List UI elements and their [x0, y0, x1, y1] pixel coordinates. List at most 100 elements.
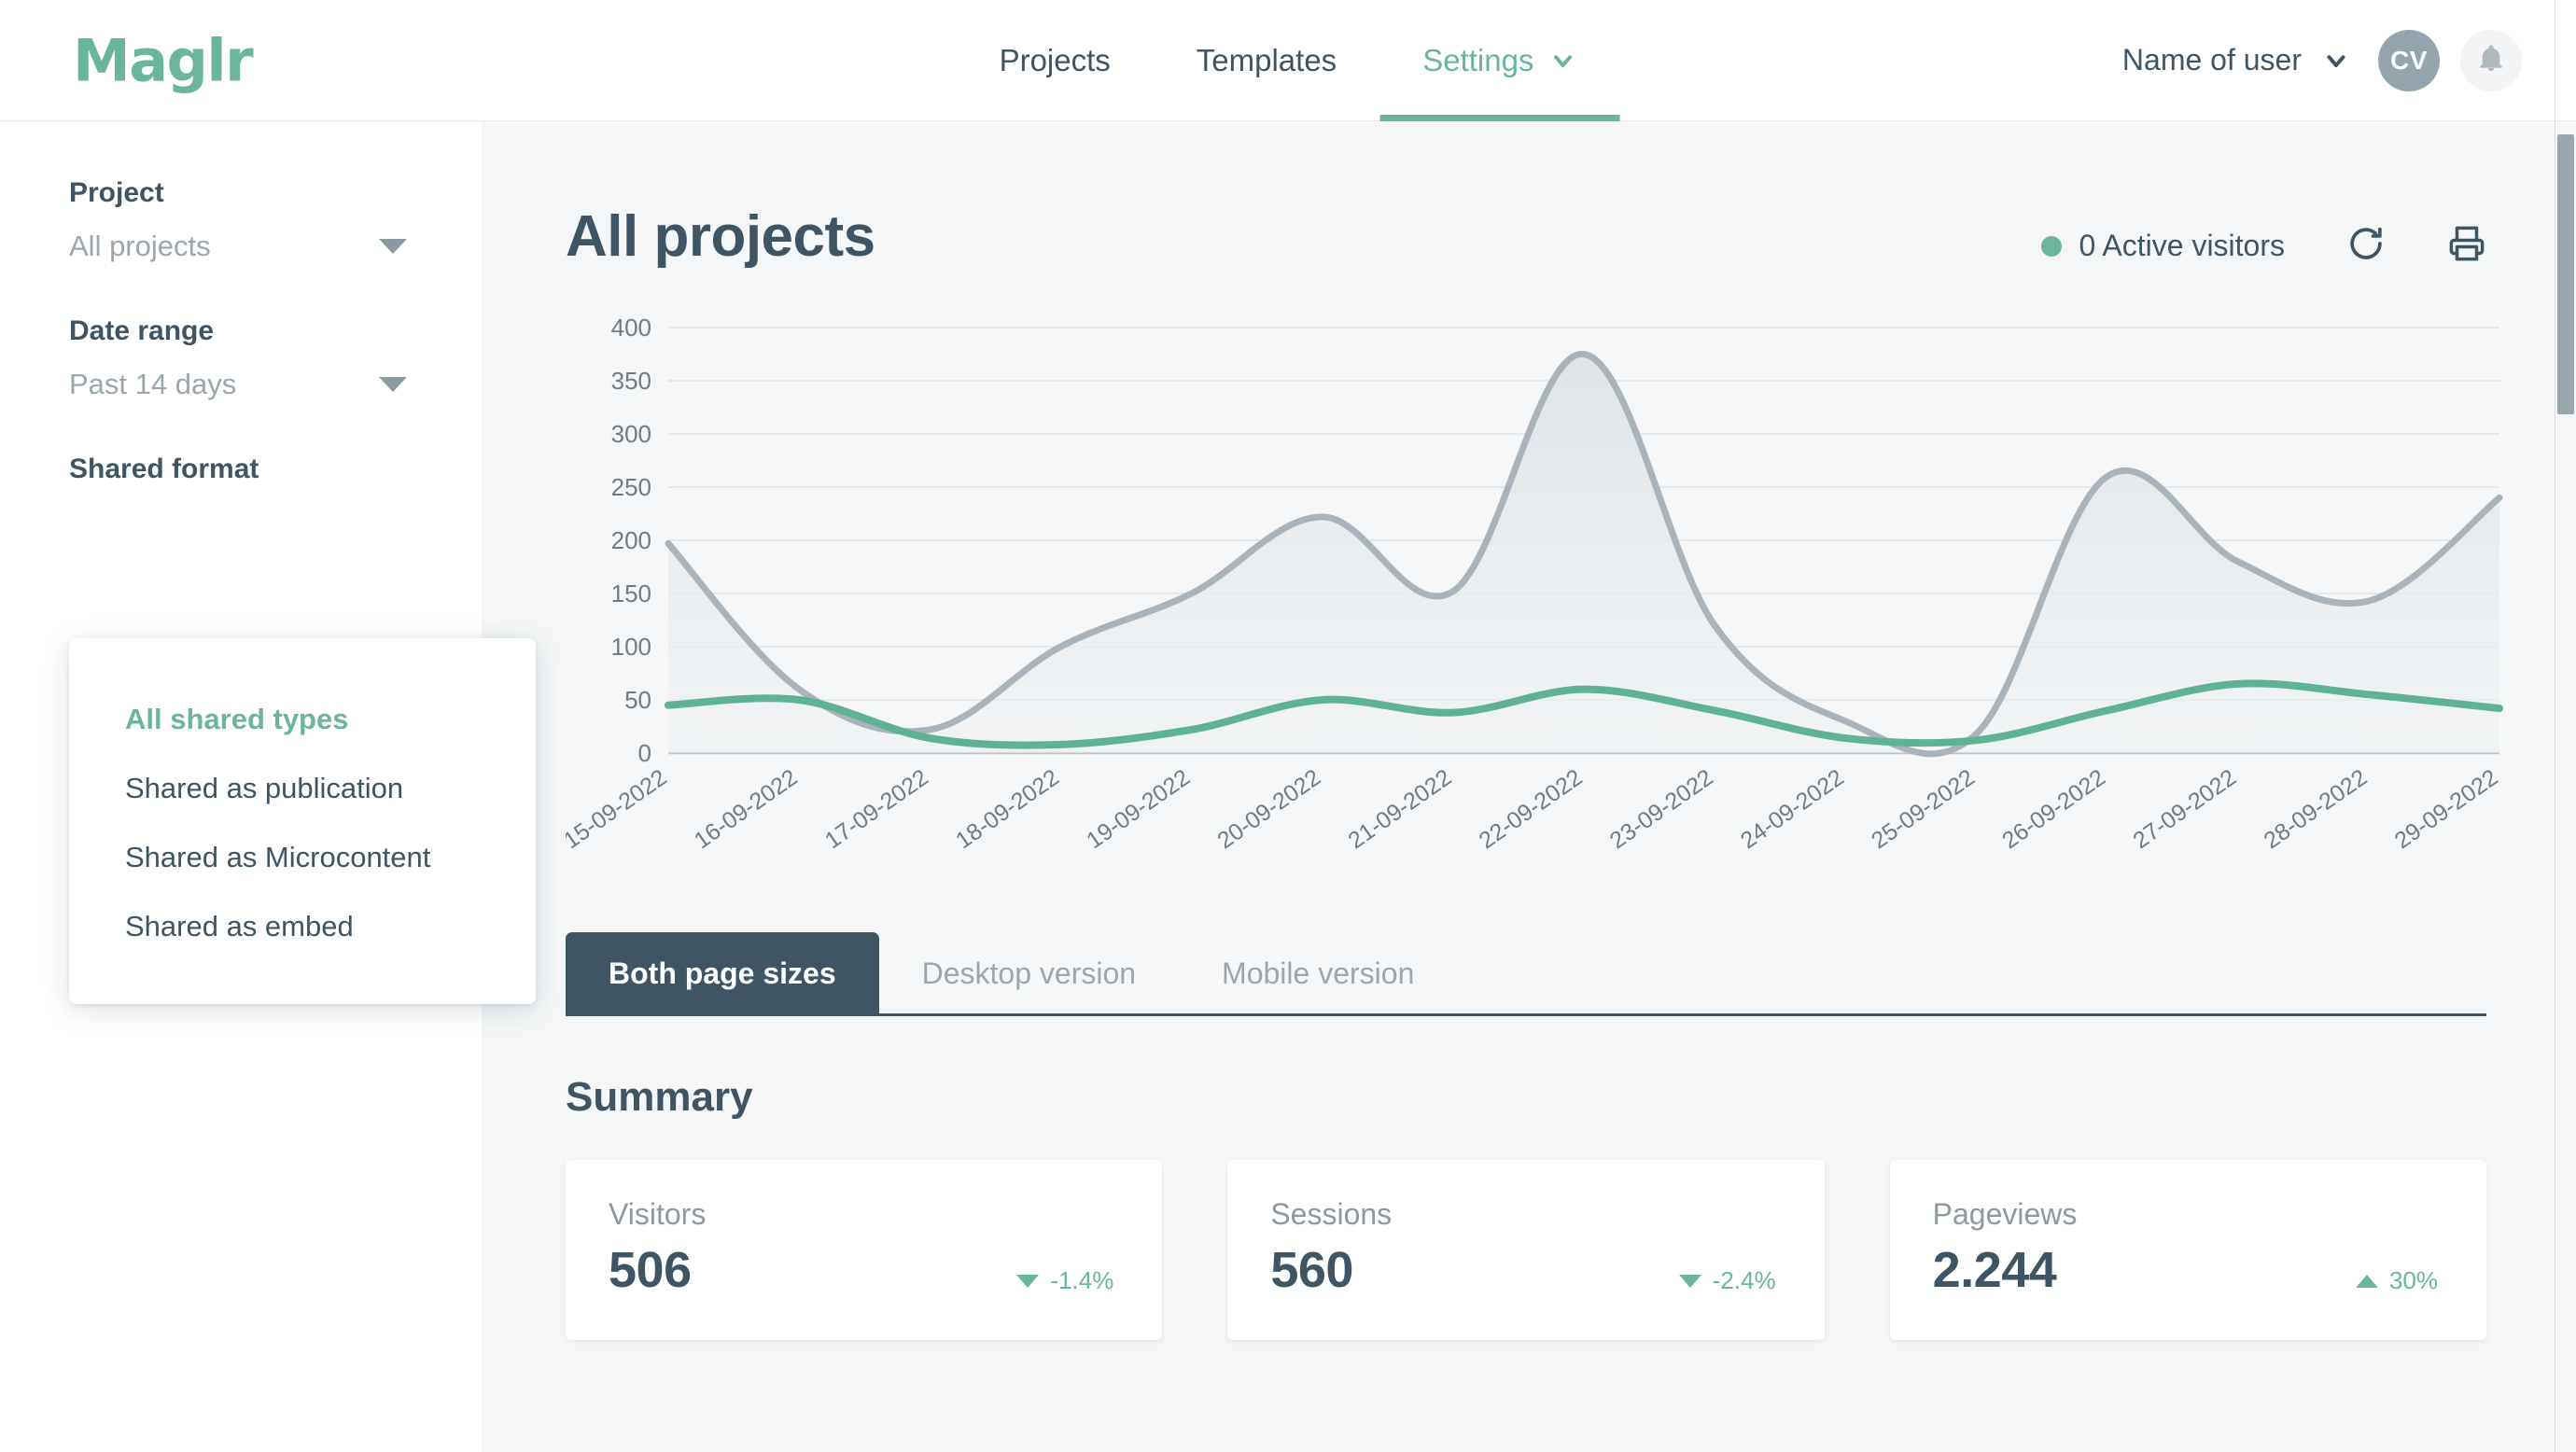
- y-axis-tick-label: 50: [624, 686, 651, 714]
- vertical-scrollbar[interactable]: [2555, 121, 2576, 1452]
- x-axis-tick-label: 26-09-2022: [1997, 764, 2110, 854]
- tab-mobile-version[interactable]: Mobile version: [1179, 932, 1457, 1013]
- status-badge: -1.4%: [1016, 1266, 1113, 1295]
- summary-card-delta: -1.4%: [1050, 1266, 1114, 1294]
- y-axis-tick-label: 200: [611, 526, 651, 554]
- tab-both-page-sizes[interactable]: Both page sizes: [566, 932, 879, 1013]
- summary-card-sessions[interactable]: Sessions 560 -2.4%: [1227, 1160, 1825, 1340]
- project-select-value: All projects: [69, 230, 211, 262]
- dropdown-label: Shared as embed: [125, 910, 354, 942]
- y-axis-tick-label: 250: [611, 473, 651, 501]
- triangle-down-icon: [1678, 1274, 1701, 1288]
- x-axis-tick-label: 23-09-2022: [1605, 764, 1718, 854]
- nav-label-projects: Projects: [999, 42, 1111, 77]
- filter-project-label: Project: [69, 177, 164, 208]
- bell-icon: [2475, 42, 2507, 78]
- top-header: Maglr Projects Templates Settings Name o…: [0, 0, 2576, 121]
- summary-card-visitors[interactable]: Visitors 506 -1.4%: [566, 1160, 1163, 1340]
- nav-item-settings[interactable]: Settings: [1379, 0, 1620, 121]
- tab-label: Desktop version: [921, 956, 1137, 990]
- y-axis-tick-label: 300: [611, 420, 651, 448]
- date-range-select[interactable]: Past 14 days: [69, 368, 413, 401]
- x-axis-tick-label: 20-09-2022: [1212, 764, 1325, 854]
- x-axis-tick-label: 24-09-2022: [1736, 764, 1849, 854]
- header-right-cluster: Name of user CV: [2122, 29, 2522, 91]
- x-axis-tick-label: 17-09-2022: [820, 764, 933, 854]
- dropdown-item-all-shared-types[interactable]: All shared types: [69, 685, 536, 754]
- main-navigation: Projects Templates Settings: [957, 0, 1620, 121]
- summary-card-label: Pageviews: [1932, 1197, 2078, 1231]
- tab-desktop-version[interactable]: Desktop version: [879, 932, 1179, 1013]
- summary-cards-row: Visitors 506 -1.4% Sessions 560 -2.4% Pa…: [566, 1160, 2486, 1340]
- x-axis-tick-label: 28-09-2022: [2259, 764, 2372, 854]
- x-axis-tick-label: 29-09-2022: [2390, 764, 2503, 854]
- chart-x-axis-labels: 15-09-2022 16-09-2022 17-09-2022 18-09-2022…: [566, 764, 2502, 854]
- refresh-icon: [2346, 224, 2386, 268]
- summary-card-label: Sessions: [1270, 1197, 1393, 1231]
- date-range-select-value: Past 14 days: [69, 368, 237, 400]
- page-title: All projects: [566, 204, 875, 269]
- scrollbar-thumb[interactable]: [2557, 134, 2574, 414]
- status-badge: 30%: [2355, 1266, 2438, 1295]
- y-axis-tick-label: 100: [611, 633, 651, 661]
- dropdown-item-shared-as-embed[interactable]: Shared as embed: [69, 892, 536, 961]
- shared-format-dropdown-menu: All shared types Shared as publication S…: [69, 638, 536, 1004]
- triangle-down-icon: [1016, 1274, 1040, 1288]
- chevron-down-icon[interactable]: [2322, 47, 2350, 75]
- user-name-label[interactable]: Name of user: [2122, 43, 2302, 77]
- print-icon: [2447, 224, 2486, 268]
- tab-label: Mobile version: [1222, 956, 1415, 990]
- chart-y-axis-labels: 0 50 100 150 200 250 300 350 400: [611, 314, 651, 767]
- x-axis-tick-label: 18-09-2022: [951, 764, 1064, 854]
- tab-label: Both page sizes: [609, 956, 836, 990]
- nav-label-settings: Settings: [1422, 42, 1534, 77]
- x-axis-tick-label: 27-09-2022: [2128, 764, 2241, 854]
- main-content: All projects 0 Active visitors 0 50 100 …: [482, 121, 2576, 1452]
- page-header-actions: 0 Active visitors: [2041, 203, 2486, 268]
- filter-date-range-label: Date range: [69, 315, 215, 346]
- active-visitors-status: 0 Active visitors: [2041, 229, 2285, 263]
- nav-label-templates: Templates: [1196, 42, 1337, 77]
- print-button[interactable]: [2447, 224, 2486, 268]
- y-axis-tick-label: 150: [611, 579, 651, 607]
- analytics-chart: 0 50 100 150 200 250 300 350 400 15-09-2022 16-09…: [566, 314, 2503, 893]
- summary-card-delta: 30%: [2388, 1266, 2438, 1294]
- filters-sidebar: Project All projects Date range Past 14 …: [0, 121, 536, 1452]
- refresh-button[interactable]: [2346, 224, 2386, 268]
- y-axis-tick-label: 0: [638, 739, 651, 767]
- maglr-logo[interactable]: Maglr: [73, 26, 254, 94]
- caret-down-icon: [379, 239, 407, 254]
- x-axis-tick-label: 21-09-2022: [1343, 764, 1456, 854]
- filter-shared-format-label: Shared format: [69, 454, 259, 484]
- summary-card-label: Visitors: [609, 1197, 707, 1231]
- chevron-down-icon: [1548, 47, 1576, 75]
- status-dot-icon: [2041, 235, 2063, 257]
- x-axis-tick-label: 19-09-2022: [1082, 764, 1195, 854]
- avatar-initials: CV: [2390, 45, 2428, 75]
- page-size-tabs: Both page sizes Desktop version Mobile v…: [566, 932, 2486, 1016]
- y-axis-tick-label: 350: [611, 367, 651, 395]
- x-axis-tick-label: 15-09-2022: [566, 764, 671, 854]
- project-select[interactable]: All projects: [69, 230, 413, 263]
- filter-project: Project All projects: [0, 177, 482, 263]
- page-body: Project All projects Date range Past 14 …: [0, 121, 2576, 1452]
- nav-item-templates[interactable]: Templates: [1154, 0, 1379, 121]
- x-axis-tick-label: 16-09-2022: [690, 764, 803, 854]
- active-visitors-label: 0 Active visitors: [2079, 229, 2285, 262]
- x-axis-tick-label: 25-09-2022: [1867, 764, 1980, 854]
- caret-down-icon: [379, 377, 407, 392]
- nav-item-projects[interactable]: Projects: [957, 0, 1154, 121]
- avatar[interactable]: CV: [2378, 29, 2440, 91]
- summary-heading: Summary: [566, 1074, 753, 1120]
- summary-card-delta: -2.4%: [1712, 1266, 1776, 1294]
- dropdown-label: Shared as publication: [125, 772, 404, 804]
- summary-card-pageviews[interactable]: Pageviews 2.244 30%: [1889, 1160, 2486, 1340]
- dropdown-item-shared-as-publication[interactable]: Shared as publication: [69, 754, 536, 823]
- page-header-row: All projects 0 Active visitors: [566, 203, 2486, 270]
- app-root: Maglr Projects Templates Settings Name o…: [0, 0, 2576, 1452]
- notifications-button[interactable]: [2460, 29, 2522, 91]
- y-axis-tick-label: 400: [611, 314, 651, 342]
- triangle-up-icon: [2355, 1274, 2378, 1288]
- dropdown-item-shared-as-microcontent[interactable]: Shared as Microcontent: [69, 823, 536, 892]
- chart-canvas: 0 50 100 150 200 250 300 350 400 15-09-2022 16-09…: [566, 314, 2503, 854]
